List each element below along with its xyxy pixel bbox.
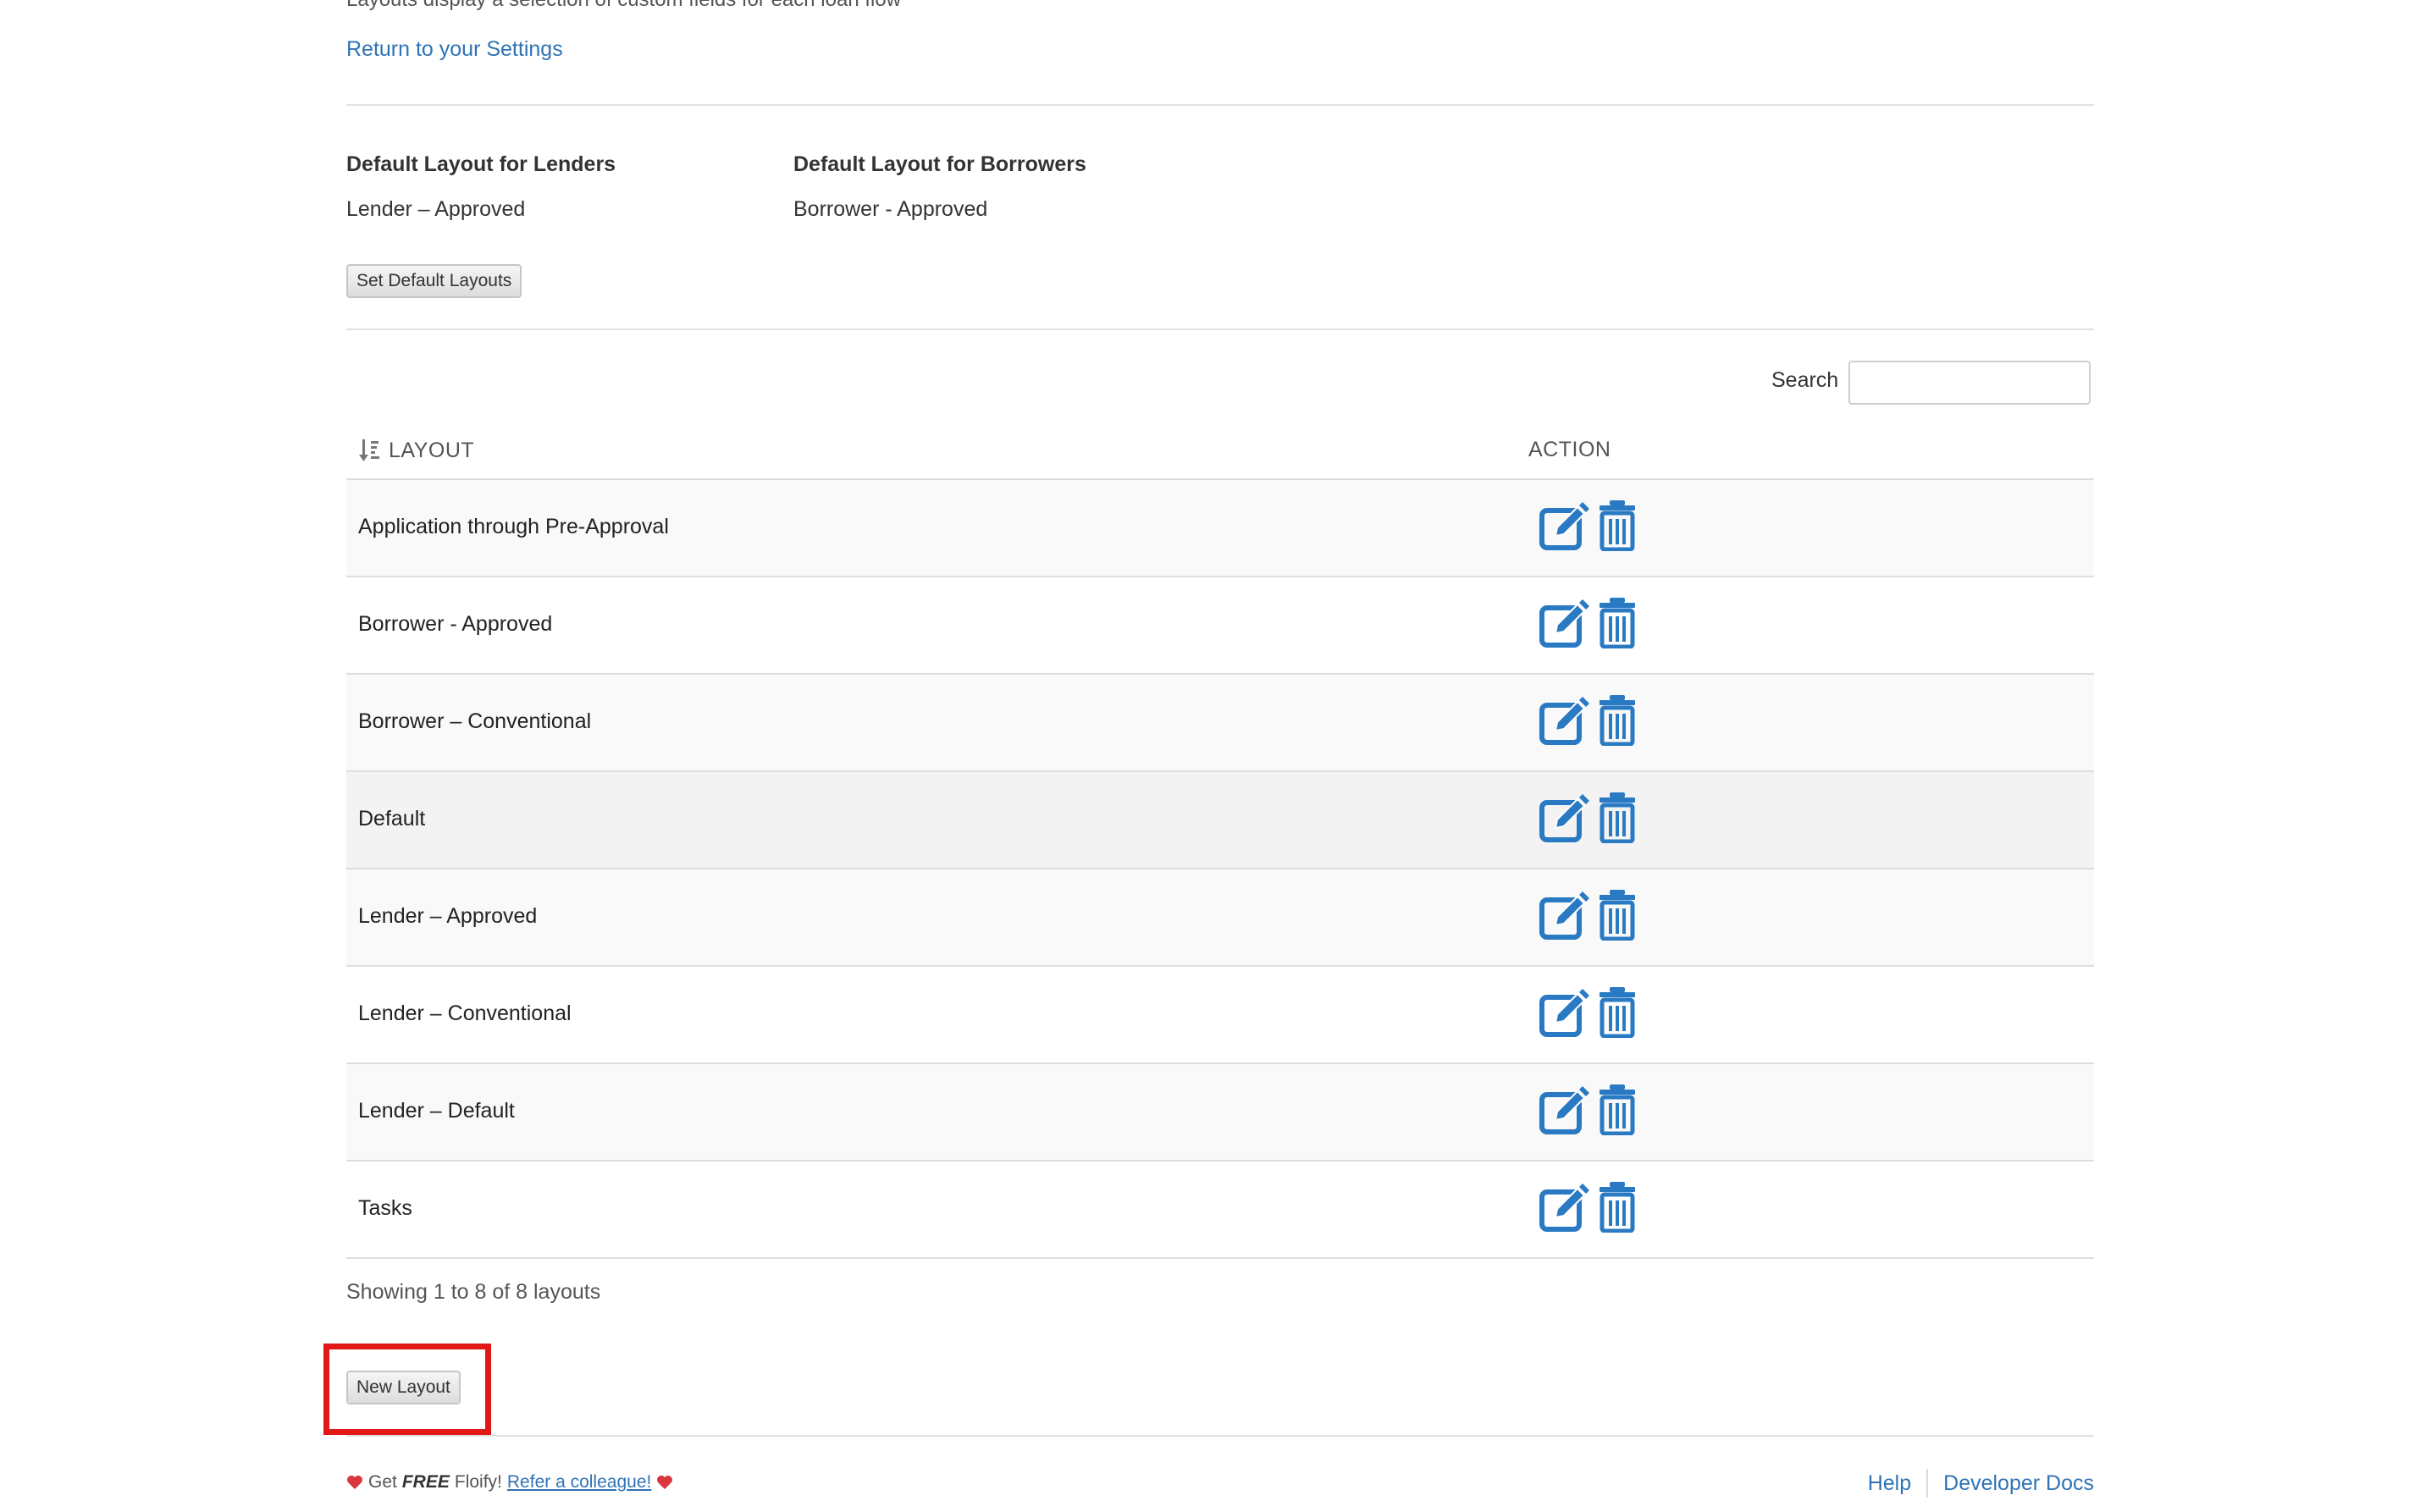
new-layout-button[interactable]: New Layout — [346, 1371, 461, 1404]
footer: Get FREE Floify! Refer a colleague! Help… — [346, 1469, 2094, 1503]
table-row: Default — [346, 772, 2094, 869]
edit-icon[interactable] — [1539, 1083, 1591, 1135]
divider — [346, 104, 2094, 106]
layout-name: Tasks — [358, 1196, 412, 1220]
row-actions — [1539, 1180, 1637, 1233]
refer-colleague-link[interactable]: Refer a colleague! — [507, 1472, 651, 1493]
row-actions — [1539, 499, 1637, 551]
footer-free-text: FREE — [401, 1472, 450, 1492]
footer-separator — [1926, 1469, 1929, 1498]
default-layouts-section: Default Layout for Lenders Lender – Appr… — [346, 152, 1362, 229]
table-row: Borrower - Approved — [346, 577, 2094, 675]
page-subtitle: Layouts display a selection of custom fi… — [346, 0, 901, 12]
table-row: Lender – Conventional — [346, 967, 2094, 1064]
row-actions — [1539, 693, 1637, 746]
row-actions — [1539, 985, 1637, 1038]
layout-name: Lender – Approved — [358, 904, 538, 928]
column-header-layout-label: LAYOUT — [389, 438, 475, 462]
return-to-settings-link[interactable]: Return to your Settings — [346, 37, 563, 62]
table-header: LAYOUT ACTION — [346, 428, 2094, 480]
edit-icon[interactable] — [1539, 693, 1591, 746]
layouts-table-body: Application through Pre-Approval Borrowe… — [346, 480, 2094, 1259]
layout-name: Lender – Default — [358, 1099, 515, 1123]
row-actions — [1539, 791, 1637, 843]
heart-icon — [657, 1476, 673, 1489]
developer-docs-link[interactable]: Developer Docs — [1943, 1471, 2094, 1496]
trash-icon[interactable] — [1598, 693, 1637, 746]
edit-icon[interactable] — [1539, 888, 1591, 941]
trash-icon[interactable] — [1598, 985, 1637, 1038]
row-actions — [1539, 1083, 1637, 1135]
trash-icon[interactable] — [1598, 791, 1637, 843]
trash-icon[interactable] — [1598, 499, 1637, 551]
divider — [346, 328, 2094, 330]
trash-icon[interactable] — [1598, 888, 1637, 941]
footer-referral: Get FREE Floify! Refer a colleague! — [346, 1472, 673, 1493]
row-actions — [1539, 596, 1637, 648]
column-header-layout[interactable]: LAYOUT — [358, 438, 474, 463]
row-actions — [1539, 888, 1637, 941]
edit-icon[interactable] — [1539, 499, 1591, 551]
footer-get-text: Get — [368, 1472, 397, 1492]
trash-icon[interactable] — [1598, 1180, 1637, 1233]
set-default-layouts-button[interactable]: Set Default Layouts — [346, 264, 522, 298]
layout-name: Default — [358, 807, 426, 830]
layout-name: Lender – Conventional — [358, 1002, 572, 1025]
edit-icon[interactable] — [1539, 1180, 1591, 1233]
default-borrowers-value: Borrower - Approved — [793, 197, 988, 221]
search-label: Search — [1771, 368, 1839, 392]
help-link[interactable]: Help — [1868, 1471, 1911, 1496]
divider — [346, 1435, 2094, 1437]
edit-icon[interactable] — [1539, 791, 1591, 843]
heart-icon — [347, 1476, 362, 1489]
footer-links: Help Developer Docs — [1868, 1469, 2094, 1498]
table-row: Tasks — [346, 1162, 2094, 1259]
table-info: Showing 1 to 8 of 8 layouts — [346, 1280, 601, 1304]
search-input[interactable] — [1848, 361, 2091, 405]
layout-name: Application through Pre-Approval — [358, 515, 669, 538]
default-lenders-value: Lender – Approved — [346, 197, 526, 221]
table-row: Application through Pre-Approval — [346, 480, 2094, 577]
default-borrowers: Default Layout for Borrowers Borrower - … — [793, 152, 1086, 222]
table-row: Lender – Approved — [346, 869, 2094, 967]
default-lenders: Default Layout for Lenders Lender – Appr… — [346, 152, 616, 222]
default-borrowers-heading: Default Layout for Borrowers — [793, 152, 1086, 176]
footer-floify-text: Floify! — [454, 1472, 502, 1492]
column-header-action: ACTION — [1528, 438, 1611, 461]
layout-name: Borrower – Conventional — [358, 709, 592, 733]
trash-icon[interactable] — [1598, 596, 1637, 648]
trash-icon[interactable] — [1598, 1083, 1637, 1135]
edit-icon[interactable] — [1539, 985, 1591, 1038]
layout-name: Borrower - Approved — [358, 612, 553, 636]
default-lenders-heading: Default Layout for Lenders — [346, 152, 616, 176]
edit-icon[interactable] — [1539, 596, 1591, 648]
table-row: Borrower – Conventional — [346, 675, 2094, 772]
sort-alpha-icon — [359, 439, 379, 461]
table-row: Lender – Default — [346, 1064, 2094, 1162]
